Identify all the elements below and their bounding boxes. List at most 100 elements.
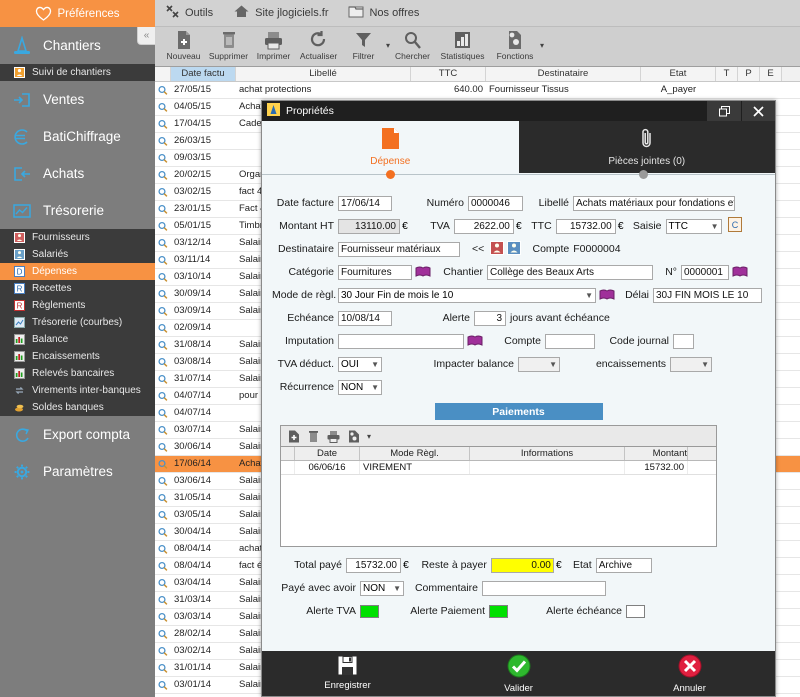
mode-regl-book-picker-icon[interactable] [599,288,615,302]
sidebar-item-ventes[interactable]: Ventes [0,81,155,118]
row-magnifier-icon[interactable] [155,493,171,504]
sidebar-item-suivi-de-chantiers[interactable]: Suivi de chantiers [0,64,155,81]
row-magnifier-icon[interactable] [155,136,171,147]
enregistrer-button[interactable]: Enregistrer [262,656,433,691]
toolbar-button-fonctions[interactable]: Fonctions [490,27,540,61]
grid-col-t[interactable]: T [716,67,738,81]
toolbar-button-nouveau[interactable]: Nouveau [161,27,206,61]
echeance-field[interactable]: 10/08/14 [338,310,392,326]
grid-col-date-factu[interactable]: Date factu [171,67,236,81]
toolbar-button-chercher[interactable]: Chercher [390,27,435,61]
row-magnifier-icon[interactable] [155,629,171,640]
encaissements-select[interactable]: ▼ [670,356,712,372]
toolbar-button-supprimer[interactable]: Supprimer [206,27,251,61]
categorie-field[interactable]: Fournitures [338,264,412,280]
sidebar-item-chantiers[interactable]: Chantiers [0,27,155,64]
preferences-bar[interactable]: Préférences [0,0,155,27]
row-magnifier-icon[interactable] [155,221,171,232]
grid-col-ttc[interactable]: TTC [411,67,486,81]
num-book-picker-icon[interactable] [732,265,748,279]
row-magnifier-icon[interactable] [155,85,171,96]
row-magnifier-icon[interactable] [155,187,171,198]
commentaire-field[interactable] [482,580,606,596]
row-magnifier-icon[interactable] [155,374,171,385]
add-payment-icon[interactable] [287,430,300,443]
libelle-field[interactable]: Achats matériaux pour fondations et mur [573,195,735,211]
toolbar-button-actualiser[interactable]: Actualiser [296,27,341,61]
destinataire-field[interactable]: Fournisseur matériaux [338,241,460,257]
row-magnifier-icon[interactable] [155,510,171,521]
sidebar-item-recettes[interactable]: R Recettes [0,280,155,297]
row-magnifier-icon[interactable] [155,153,171,164]
row-magnifier-icon[interactable] [155,357,171,368]
mode-regl-select[interactable]: 30 Jour Fin de mois le 10 ▼ [338,287,596,303]
table-row[interactable]: 27/05/15 achat protections 640.00 Fournisse… [155,82,800,99]
ttc-field[interactable]: 15732.00 [555,218,616,234]
grid-col-destinataire[interactable]: Destinataire [486,67,641,81]
dialog-title-bar[interactable]: Propriétés [262,101,775,121]
paiements-grid[interactable]: Date Mode Règl. Informations Montant 06/… [281,446,716,546]
row-magnifier-icon[interactable] [155,391,171,402]
imputation-field[interactable] [338,333,464,349]
restore-window-button[interactable] [707,101,741,121]
compte2-field[interactable] [545,333,595,349]
supplier-picker-icon[interactable] [490,240,505,258]
grid-col-p[interactable]: P [738,67,760,81]
sidebar-item-salaries[interactable]: Salariés [0,246,155,263]
sidebar-item-reglements[interactable]: R Règlements [0,297,155,314]
row-magnifier-icon[interactable] [155,680,171,691]
annuler-button[interactable]: Annuler [604,654,775,694]
row-magnifier-icon[interactable] [155,646,171,657]
row-magnifier-icon[interactable] [155,612,171,623]
sidebar-item-parametres[interactable]: Paramètres [0,453,155,490]
calculator-button[interactable]: C [727,217,742,235]
row-magnifier-icon[interactable] [155,238,171,249]
num-field[interactable]: 0000001 [681,264,729,280]
payment-row[interactable]: 06/06/16 VIREMENT 15732.00 [281,461,716,475]
sidebar-item-soldes-banques[interactable]: Soldes banques [0,399,155,416]
paye-avec-avoir-select[interactable]: NON ▼ [360,580,404,596]
sidebar-item-tresorerie[interactable]: Trésorerie [0,192,155,229]
tab-pieces-jointes[interactable]: Pièces jointes (0) [518,121,775,173]
chantier-field[interactable]: Collège des Beaux Arts [487,264,653,280]
menu-item-site[interactable]: Site jlogiciels.fr [233,4,328,22]
sidebar-item-fournisseurs[interactable]: Fournisseurs [0,229,155,246]
row-magnifier-icon[interactable] [155,425,171,436]
print-payment-icon[interactable] [327,430,340,443]
grid-col-libelle[interactable]: Libellé [236,67,411,81]
sidebar-item-batichiffrage[interactable]: BatiChiffrage [0,118,155,155]
row-magnifier-icon[interactable] [155,289,171,300]
sidebar-item-achats[interactable]: Achats [0,155,155,192]
toolbar-button-statistiques[interactable]: Statistiques [435,27,490,61]
row-magnifier-icon[interactable] [155,272,171,283]
row-magnifier-icon[interactable] [155,663,171,674]
row-magnifier-icon[interactable] [155,578,171,589]
row-magnifier-icon[interactable] [155,527,171,538]
row-magnifier-icon[interactable] [155,595,171,606]
row-magnifier-icon[interactable] [155,544,171,555]
tva-deduct-select[interactable]: OUI ▼ [338,356,382,372]
menu-item-outils[interactable]: Outils [165,4,213,22]
export-payment-caret-icon[interactable]: ▾ [367,432,371,441]
row-magnifier-icon[interactable] [155,306,171,317]
tab-depense[interactable]: Dépense [262,121,519,173]
employee-picker-icon[interactable] [507,240,522,258]
menu-item-nos-offres[interactable]: Nos offres [348,4,419,22]
sidebar-item-virements-inter-banques[interactable]: Virements inter-banques [0,382,155,399]
delete-payment-icon[interactable] [307,430,320,443]
export-payment-icon[interactable] [347,430,360,443]
row-magnifier-icon[interactable] [155,442,171,453]
alerte-days-field[interactable]: 3 [474,310,506,326]
numero-field[interactable]: 0000046 [468,195,523,211]
row-magnifier-icon[interactable] [155,170,171,181]
sidebar-item-export-compta[interactable]: Export compta [0,416,155,453]
date-facture-field[interactable]: 17/06/14 [338,195,392,211]
row-magnifier-icon[interactable] [155,119,171,130]
categorie-book-picker-icon[interactable] [415,265,431,279]
row-magnifier-icon[interactable] [155,408,171,419]
imputation-book-picker-icon[interactable] [467,334,483,348]
delai-field[interactable]: 30J FIN MOIS LE 10 [653,287,762,303]
toolbar-button-imprimer[interactable]: Imprimer [251,27,296,61]
row-magnifier-icon[interactable] [155,476,171,487]
row-magnifier-icon[interactable] [155,340,171,351]
